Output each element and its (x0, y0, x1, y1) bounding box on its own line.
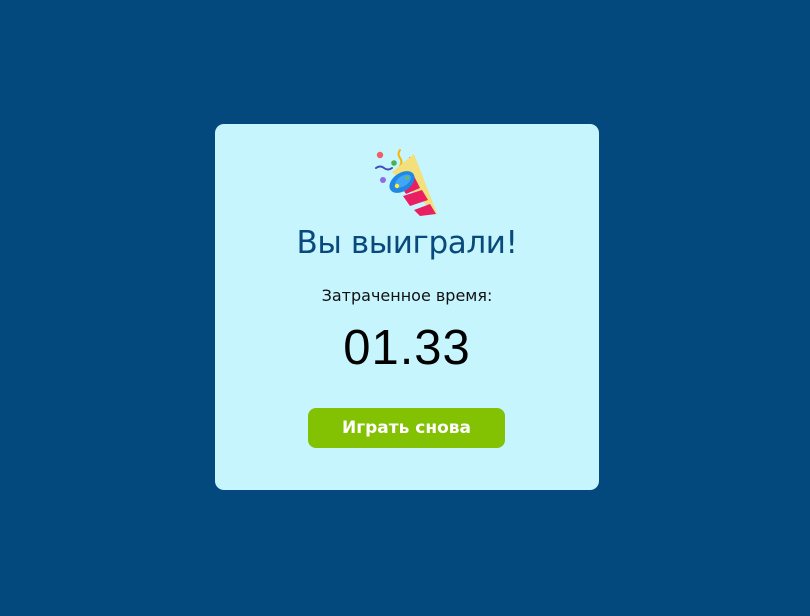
time-spent-label: Затраченное время: (321, 286, 493, 305)
party-popper-icon (375, 149, 438, 216)
win-dialog: Вы выиграли! Затраченное время: 01.33 Иг… (215, 124, 599, 490)
play-again-button[interactable]: Играть снова (308, 408, 505, 448)
win-title: Вы выиграли! (296, 225, 518, 261)
time-spent-value: 01.33 (343, 321, 471, 375)
